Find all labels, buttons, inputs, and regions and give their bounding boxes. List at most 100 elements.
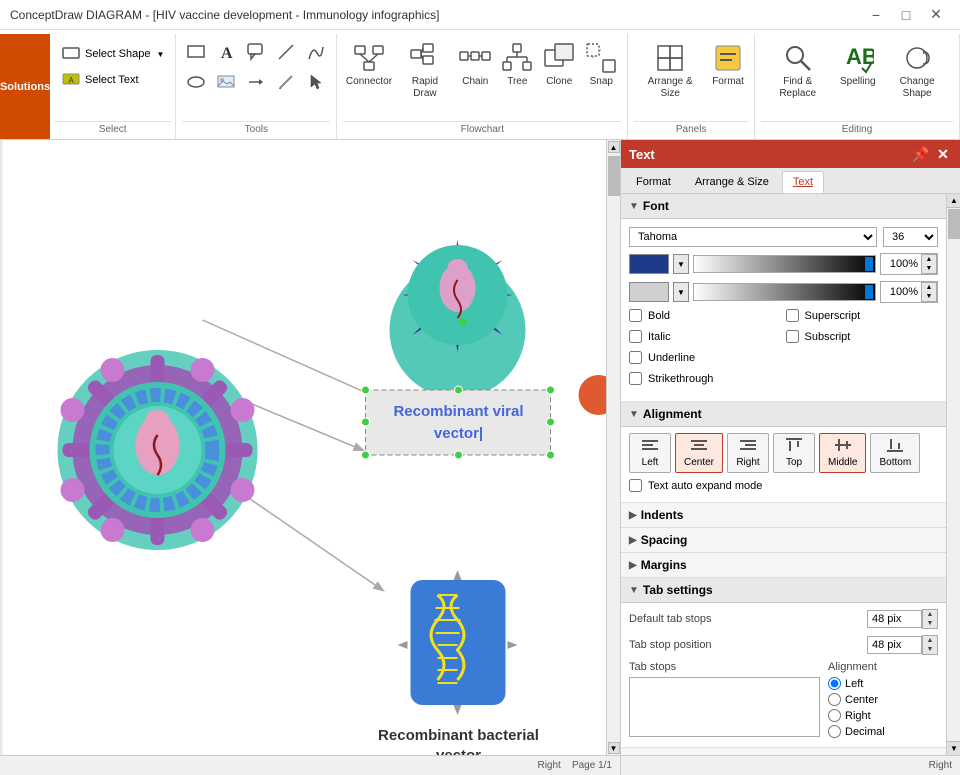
italic-checkbox[interactable] — [629, 330, 642, 343]
panel-scroll-up[interactable]: ▲ — [947, 194, 960, 208]
spelling-button[interactable]: ABC Spelling — [836, 38, 879, 92]
spacing-section-header[interactable]: ▶ Spacing — [621, 528, 946, 553]
svg-text:A: A — [221, 45, 233, 61]
canvas[interactable]: Recombinant viral vector| — [0, 140, 620, 775]
radio-left-row: Left — [828, 677, 938, 690]
spin-down-2[interactable]: ▼ — [922, 292, 936, 301]
panel-pin-button[interactable]: 📌 — [912, 145, 930, 163]
tab-stop-spin-up[interactable]: ▲ — [923, 636, 937, 645]
oval-tool[interactable] — [182, 68, 210, 96]
clone-icon — [543, 42, 575, 74]
spin-down-1[interactable]: ▼ — [922, 264, 936, 273]
align-middle-button[interactable]: Middle — [819, 433, 866, 473]
default-tab-input[interactable] — [867, 610, 922, 628]
clone-button[interactable]: Clone — [539, 38, 579, 92]
align-top-icon — [785, 438, 803, 455]
panel-scrollbar[interactable]: ▲ ▼ — [946, 194, 960, 755]
alignment-section-header[interactable]: ▼ Alignment — [621, 402, 946, 427]
connector-button[interactable]: Connector — [343, 38, 394, 92]
solutions-button[interactable]: Solutions — [0, 34, 50, 139]
change-shape-button[interactable]: Change Shape — [881, 38, 953, 104]
subscript-checkbox[interactable] — [786, 330, 799, 343]
bg-color-box[interactable] — [629, 282, 669, 302]
close-button[interactable]: ✕ — [922, 5, 950, 25]
align-right-button[interactable]: Right — [727, 433, 769, 473]
scroll-thumb[interactable] — [608, 156, 620, 196]
line-tool[interactable] — [272, 38, 300, 66]
tab-settings-section-header[interactable]: ▼ Tab settings — [621, 578, 946, 603]
opacity-spin-1[interactable]: ▲ ▼ — [921, 254, 937, 274]
align-left-button[interactable]: Left — [629, 433, 671, 473]
tab-stop-spin[interactable]: ▲ ▼ — [922, 635, 938, 655]
font-color-dropdown[interactable]: ▼ — [673, 254, 689, 274]
panel-close-button[interactable]: ✕ — [934, 145, 952, 163]
arrow-tool[interactable] — [242, 68, 270, 96]
tab-align-decimal-radio[interactable] — [828, 725, 841, 738]
scroll-up-button[interactable]: ▲ — [608, 141, 620, 153]
text-tool[interactable]: A — [212, 38, 240, 66]
align-bottom-button[interactable]: Bottom — [870, 433, 920, 473]
tab-stop-spin-down[interactable]: ▼ — [923, 645, 937, 654]
indents-section-header[interactable]: ▶ Indents — [621, 503, 946, 528]
panel-scroll-down[interactable]: ▼ — [947, 741, 960, 755]
rapid-draw-button[interactable]: Rapid Draw — [397, 38, 454, 104]
snap-button[interactable]: Snap — [581, 38, 621, 92]
tab-stops-area: Tab stops Alignment Left Center — [629, 661, 938, 741]
spin-up-1[interactable]: ▲ — [922, 255, 936, 264]
margins-section-header[interactable]: ▶ Margins — [621, 553, 946, 578]
alignment-label: Alignment — [643, 407, 702, 421]
tab-align-center-radio[interactable] — [828, 693, 841, 706]
opacity-slider-1[interactable] — [693, 255, 876, 273]
font-name-select[interactable]: Tahoma — [629, 227, 877, 247]
radio-right-row: Right — [828, 709, 938, 722]
spin-up-2[interactable]: ▲ — [922, 283, 936, 292]
scroll-down-button[interactable]: ▼ — [608, 742, 620, 754]
panel-scroll-thumb[interactable] — [948, 209, 960, 239]
curve-tool[interactable] — [302, 38, 330, 66]
image-tool[interactable] — [212, 68, 240, 96]
default-tab-spin-down[interactable]: ▼ — [923, 619, 937, 628]
pencil-icon — [275, 71, 297, 93]
select-text-button[interactable]: A Select Text — [54, 68, 171, 92]
pointer-tool[interactable] — [302, 68, 330, 96]
tab-stop-input[interactable] — [867, 636, 922, 654]
default-tab-spin[interactable]: ▲ ▼ — [922, 609, 938, 629]
text-auto-expand-checkbox[interactable] — [629, 479, 642, 492]
restore-button[interactable]: □ — [892, 5, 920, 25]
pencil-tool[interactable] — [272, 68, 300, 96]
tree-button[interactable]: Tree — [497, 38, 537, 92]
minimize-button[interactable]: − — [862, 5, 890, 25]
opacity-slider-2[interactable] — [693, 283, 876, 301]
underline-checkbox[interactable] — [629, 351, 642, 364]
tab-arrange-size[interactable]: Arrange & Size — [684, 171, 780, 193]
tab-align-right-radio[interactable] — [828, 709, 841, 722]
font-color-box[interactable] — [629, 254, 669, 274]
superscript-checkbox[interactable] — [786, 309, 799, 322]
tab-align-left-radio[interactable] — [828, 677, 841, 690]
select-shape-icon — [61, 46, 81, 62]
tab-format[interactable]: Format — [625, 171, 682, 193]
chain-button[interactable]: Chain — [455, 38, 495, 92]
default-tab-spin-up[interactable]: ▲ — [923, 610, 937, 619]
tab-text[interactable]: Text — [782, 171, 824, 193]
select-shape-button[interactable]: Select Shape ▼ — [54, 42, 171, 66]
bg-color-dropdown[interactable]: ▼ — [673, 282, 689, 302]
tab-stops-list[interactable] — [629, 677, 820, 737]
opacity-spin-2[interactable]: ▲ ▼ — [921, 282, 937, 302]
format-button[interactable]: Format — [708, 38, 748, 92]
callout-tool[interactable] — [242, 38, 270, 66]
opacity-input-2[interactable] — [881, 285, 921, 299]
font-size-select[interactable]: 36 — [883, 227, 938, 247]
panels-group-label: Panels — [634, 121, 748, 137]
opacity-input-1[interactable] — [881, 257, 921, 271]
bold-checkbox[interactable] — [629, 309, 642, 322]
rectangle-tool[interactable] — [182, 38, 210, 66]
arrange-size-button[interactable]: Arrange & Size — [634, 38, 706, 104]
align-top-button[interactable]: Top — [773, 433, 815, 473]
find-replace-button[interactable]: Find & Replace — [761, 38, 834, 104]
font-section-header[interactable]: ▼ Font — [621, 194, 946, 219]
font-label: Font — [643, 199, 669, 213]
strikethrough-checkbox[interactable] — [629, 372, 642, 385]
canvas-scrollbar[interactable]: ▲ ▼ — [606, 140, 620, 755]
align-center-button[interactable]: Center — [675, 433, 723, 473]
